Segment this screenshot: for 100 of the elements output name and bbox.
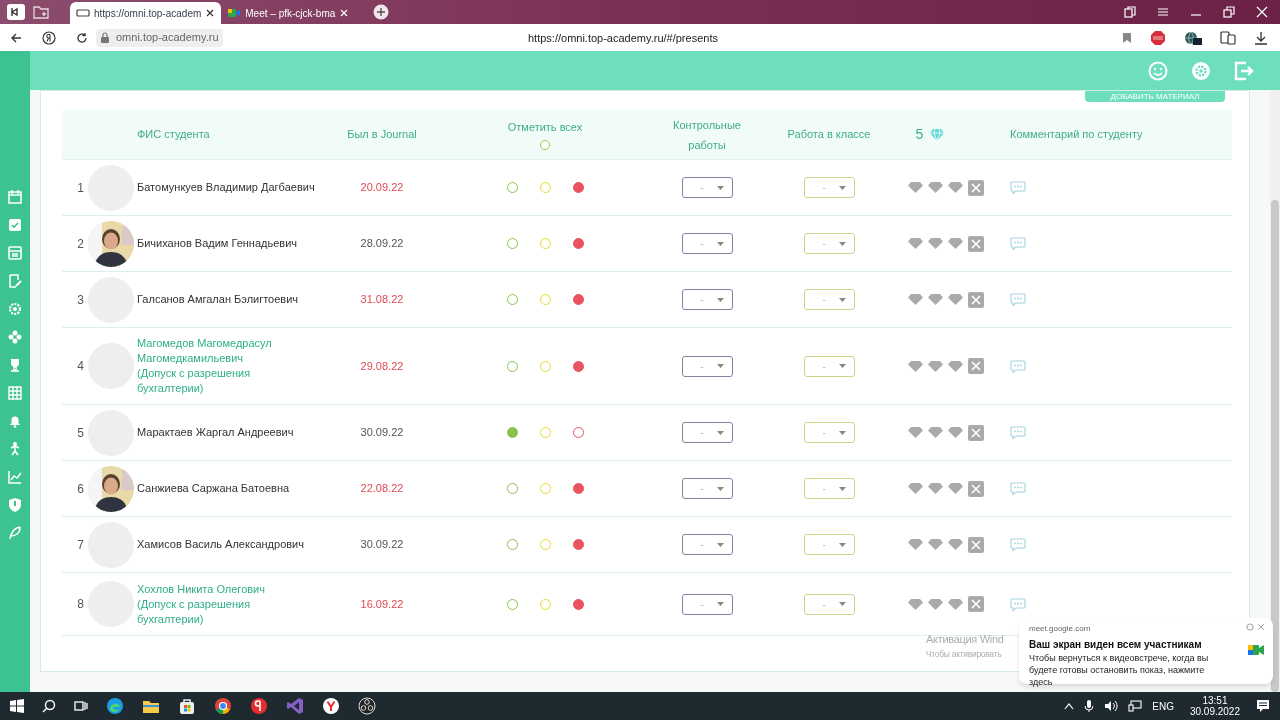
chat-icon[interactable] (1010, 597, 1026, 611)
diamond-icon[interactable] (928, 182, 943, 193)
yandex-icon[interactable] (250, 697, 268, 715)
grade-select[interactable]: - (803, 593, 855, 615)
attendance-radio[interactable] (506, 539, 518, 550)
diamond-icon[interactable] (928, 427, 943, 438)
globe-icon[interactable] (1184, 29, 1202, 46)
chat-icon[interactable] (1010, 181, 1026, 194)
grade-select[interactable]: - (681, 177, 733, 198)
collections-icon[interactable] (1124, 6, 1136, 18)
adblock-icon[interactable] (1150, 29, 1166, 46)
grade-select[interactable]: - (803, 478, 855, 499)
grade-select[interactable]: - (681, 478, 733, 499)
attendance-radio[interactable] (506, 360, 518, 372)
network-icon[interactable] (1128, 700, 1143, 712)
chart-icon[interactable] (7, 469, 23, 485)
yandex-icon[interactable] (42, 30, 56, 45)
logout-icon[interactable] (1234, 60, 1254, 81)
diamond-icon[interactable] (908, 360, 923, 372)
grade-select[interactable]: - (803, 422, 855, 443)
grade-select[interactable]: - (803, 289, 855, 310)
store-icon[interactable] (178, 697, 196, 715)
student-name[interactable]: Хамисов Василь Александрович (137, 536, 327, 553)
restore-icon[interactable] (1223, 6, 1235, 18)
grade-select[interactable]: - (681, 289, 733, 310)
grade-select[interactable]: - (681, 233, 733, 254)
attendance-radio[interactable] (572, 182, 584, 193)
chat-icon[interactable] (1010, 359, 1026, 373)
diamond-icon[interactable] (948, 427, 963, 438)
attendance-radio[interactable] (506, 427, 518, 438)
menu-icon[interactable] (1157, 6, 1169, 18)
settings-icon[interactable] (1191, 60, 1211, 81)
diamond-icon[interactable] (908, 182, 923, 193)
diamond-icon[interactable] (948, 238, 963, 249)
student-name[interactable]: Марактаев Жаргал Андреевич (137, 424, 327, 441)
scrollbar-thumb[interactable] (1271, 200, 1279, 692)
attendance-radio[interactable] (572, 294, 584, 305)
diamond-icon[interactable] (928, 483, 943, 494)
clear-icon[interactable] (968, 596, 984, 612)
folder-plus-icon[interactable] (32, 4, 50, 20)
diamond-icon[interactable] (928, 598, 943, 610)
new-tab-icon[interactable] (373, 4, 390, 20)
grade-select[interactable]: - (803, 355, 855, 377)
chat-icon[interactable] (1010, 482, 1026, 495)
diamond-icon[interactable] (948, 539, 963, 550)
clear-icon[interactable] (968, 480, 984, 497)
grade-select[interactable]: - (803, 534, 855, 555)
smiley-icon[interactable] (1148, 60, 1168, 81)
download-icon[interactable] (1254, 30, 1268, 45)
chat-icon[interactable] (1010, 538, 1026, 551)
task-view-icon[interactable] (74, 699, 88, 713)
flower-icon[interactable] (7, 329, 23, 345)
settings-icon[interactable] (1246, 623, 1254, 631)
diamond-icon[interactable] (948, 598, 963, 610)
pencil-icon[interactable] (7, 273, 23, 289)
diamond-icon[interactable] (948, 483, 963, 494)
obs-icon[interactable] (358, 697, 376, 715)
diamond-icon[interactable] (908, 598, 923, 610)
visual-studio-icon[interactable] (286, 697, 304, 715)
grade-select[interactable]: - (681, 355, 733, 377)
attendance-radio[interactable] (572, 483, 584, 494)
reload-icon[interactable] (76, 31, 88, 44)
chat-icon[interactable] (1010, 293, 1026, 306)
attendance-radio[interactable] (506, 483, 518, 494)
bookmark-icon[interactable] (1122, 31, 1132, 44)
student-name[interactable]: Санжиева Саржана Батоевна (137, 480, 327, 497)
diamond-icon[interactable] (908, 539, 923, 550)
microphone-icon[interactable] (1084, 699, 1095, 713)
tab-panel-icon[interactable] (6, 3, 26, 21)
attendance-radio[interactable] (506, 598, 518, 610)
attendance-radio[interactable] (572, 427, 584, 438)
edge-icon[interactable] (106, 697, 124, 715)
speaker-icon[interactable] (1104, 700, 1119, 712)
clock-date[interactable]: 30.09.2022 (1189, 706, 1240, 717)
browser-tab[interactable]: Meet – pfk-cjck-bma (221, 2, 356, 24)
close-icon[interactable] (205, 8, 216, 18)
folder-icon[interactable] (142, 698, 160, 714)
attendance-radio[interactable] (572, 598, 584, 610)
yandex-browser-icon[interactable] (322, 697, 340, 715)
attendance-radio[interactable] (572, 539, 584, 550)
feather-icon[interactable] (7, 525, 23, 541)
attendance-radio[interactable] (506, 182, 518, 193)
window-icon[interactable] (7, 245, 23, 261)
clear-icon[interactable] (968, 424, 984, 441)
search-icon[interactable] (42, 699, 56, 713)
clear-icon[interactable] (968, 179, 984, 196)
student-name[interactable]: Бичиханов Вадим Геннадьевич (137, 235, 327, 252)
grade-select[interactable]: - (681, 593, 733, 615)
diamond-icon[interactable] (908, 483, 923, 494)
gear-icon[interactable] (7, 301, 23, 317)
attendance-radio[interactable] (572, 360, 584, 372)
chat-icon[interactable] (1010, 426, 1026, 439)
chat-icon[interactable] (1010, 237, 1026, 250)
diamond-icon[interactable] (948, 360, 963, 372)
add-material-button[interactable]: ДОБАВИТЬ МАТЕРИАЛ (1085, 91, 1225, 102)
diamond-icon[interactable] (928, 360, 943, 372)
shield-icon[interactable] (7, 497, 23, 513)
address-field[interactable]: omni.top-academy.ru (96, 28, 223, 47)
grade-select[interactable]: - (681, 534, 733, 555)
diamond-icon[interactable] (948, 294, 963, 305)
